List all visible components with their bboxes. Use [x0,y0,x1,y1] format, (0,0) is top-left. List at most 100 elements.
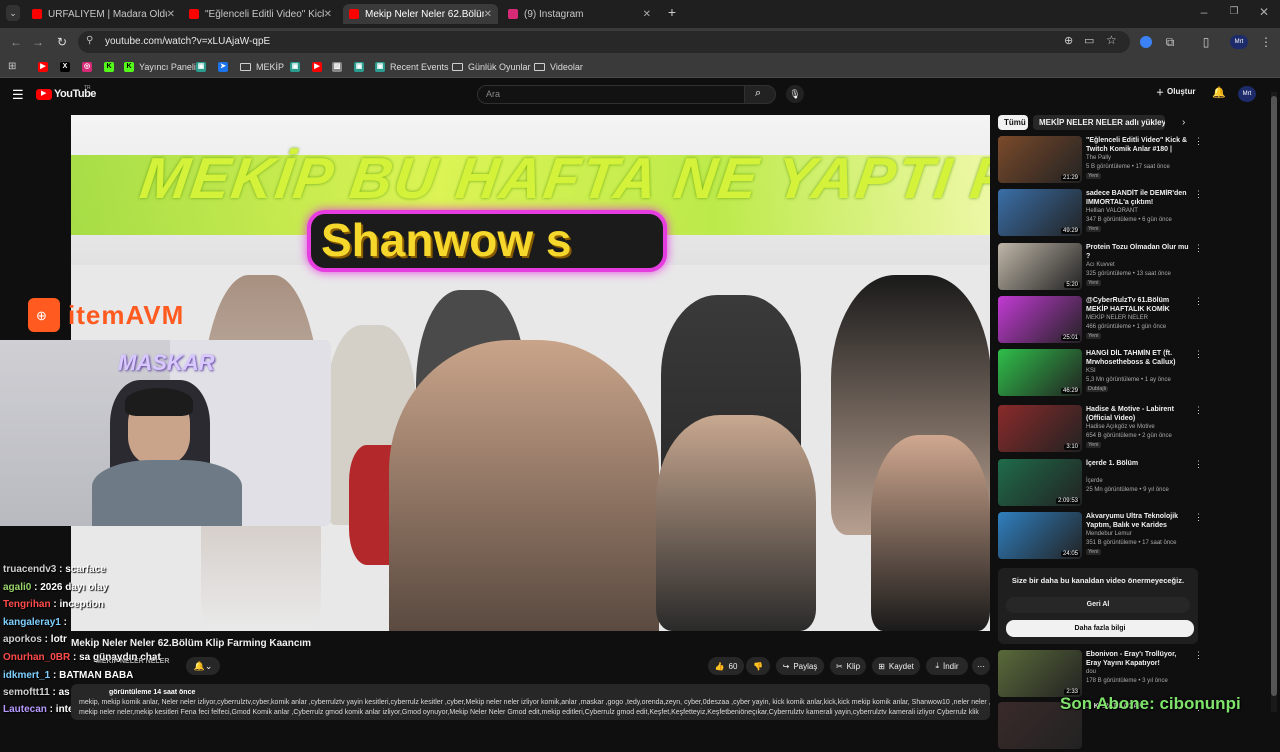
recommended-video[interactable]: 2:09:53 İçerde 1. Bölüm İçerde 25 Mn görünt… [998,459,1203,509]
video-description[interactable]: görüntüleme 14 saat önce mekip, mekip ko… [71,684,990,720]
close-tab-icon[interactable]: ✕ [167,9,175,20]
video-title[interactable]: Akvaryumu Ultra Teknolojik Yaptım, Balık… [1086,512,1190,530]
search-input[interactable]: Ara [477,85,745,104]
dislike-button[interactable]: 👎 [746,657,770,675]
channel-name[interactable]: Hellian VALORANT [1086,208,1138,214]
account-avatar[interactable]: Mrt [1238,86,1256,102]
video-thumbnail[interactable]: 5:20 [998,243,1082,290]
voice-search-icon[interactable]: 🎙 [786,85,804,103]
video-thumbnail[interactable]: 46:29 [998,349,1082,396]
channel-name[interactable]: Acı Kuvvet [1086,262,1115,268]
more-options-icon[interactable]: ⋮ [1194,349,1203,360]
chevron-right-icon[interactable]: › [1182,117,1185,128]
browser-tab[interactable]: Mekip Neler Neler 62.Bölüm Kl✕ [343,4,498,24]
page-scrollbar[interactable] [1271,92,1277,712]
chip-from-uploader[interactable]: MEKİP NELER NELER adlı yükleyiciden [1033,115,1165,130]
video-thumbnail[interactable]: 3:10 [998,405,1082,452]
scrollbar-thumb[interactable] [1271,96,1277,696]
more-actions-button[interactable]: ⋯ [972,657,990,675]
bookmark-item[interactable]: ▨ [332,60,347,74]
more-options-icon[interactable]: ⋮ [1194,189,1203,200]
save-button[interactable]: ⊞ Kaydet [872,657,920,675]
site-info-icon[interactable]: ⚲ [86,35,93,46]
channel-name[interactable]: İçerde [1086,478,1103,484]
bookmark-star-icon[interactable]: ☆ [1106,33,1117,47]
bookmark-item[interactable]: K Yayıncı Paneli [124,60,196,74]
video-thumbnail[interactable]: 2:33 [998,650,1082,697]
bookmark-item[interactable]: Günlük Oyunlar [452,60,531,74]
channel-name[interactable]: Hadise Açıkgöz ve Motive [1086,424,1155,430]
video-title[interactable]: Ebonivon - Eray'ı Trollüyor, Eray Yayını… [1086,650,1190,668]
like-button[interactable]: 👍 60 [708,657,744,675]
share-button[interactable]: ↪ Paylaş [776,657,824,675]
zoom-icon[interactable]: ⊕ [1064,34,1073,47]
recommended-video[interactable]: 21:29 "Eğlenceli Editli Video" Kick & Twi… [998,136,1203,186]
bookmark-item[interactable]: ▣ [354,60,369,74]
bookmark-item[interactable]: ▶ [38,60,53,74]
channel-name[interactable]: Mendebur Lemur [1086,531,1132,537]
undo-button[interactable]: Geri Al [1006,597,1190,613]
close-tab-icon[interactable]: ✕ [484,9,492,20]
more-options-icon[interactable]: ⋮ [1194,650,1203,661]
video-thumbnail[interactable]: 49:29 [998,189,1082,236]
bookmark-item[interactable]: ◎ [82,60,97,74]
youtube-logo-icon[interactable]: ▶ [36,89,52,100]
channel-name[interactable]: The Pally [1086,155,1111,161]
bookmark-item[interactable]: ▣ [290,60,305,74]
extension-icon[interactable] [1140,36,1152,48]
recommended-video[interactable]: 5:20 Protein Tozu Olmadan Olur mu ? Acı Ku… [998,243,1203,293]
recommended-video[interactable]: 24:05 Akvaryumu Ultra Teknolojik Yaptım, … [998,512,1203,562]
tab-search-button[interactable]: ⌄ [6,5,20,21]
channel-name[interactable]: MEKİP NELER NELER [96,658,169,665]
recommended-video[interactable]: 49:29 sadece BANDİT ile DEMİR'den IMMORTA… [998,189,1203,239]
address-bar[interactable]: ⚲ youtube.com/watch?v=xLUAjaW-qpE ⊕ ▭ ☆ [78,31,1130,53]
more-options-icon[interactable]: ⋮ [1194,243,1203,254]
video-title[interactable]: sadece BANDİT ile DEMİR'den IMMORTAL'a ç… [1086,189,1190,207]
search-button[interactable]: ⌕ [744,85,776,104]
profile-avatar[interactable]: Mrt [1230,35,1248,49]
channel-name[interactable]: KSI [1086,368,1096,374]
recommended-video[interactable]: 3:10 Hadise & Motive - Labirent (Official… [998,405,1203,455]
learn-more-button[interactable]: Daha fazla bilgi [1006,620,1194,637]
forward-icon[interactable]: → [30,34,46,50]
side-panel-icon[interactable]: ▯ [1198,34,1214,50]
bookmark-item[interactable]: ➤ [218,60,233,74]
more-options-icon[interactable]: ⋮ [1194,136,1203,147]
video-title[interactable]: HANGİ DİL TAHMİN ET (ft. Mrwhosetheboss … [1086,349,1190,367]
close-tab-icon[interactable]: ✕ [643,9,651,20]
bookmark-item[interactable]: MEKİP [240,60,284,74]
download-button[interactable]: ⤓ İndir [926,657,968,675]
video-thumbnail[interactable]: 25:01 [998,296,1082,343]
video-thumbnail[interactable]: 2:09:53 [998,459,1082,506]
video-title[interactable]: İçerde 1. Bölüm [1086,459,1190,468]
video-thumbnail[interactable]: 24:05 [998,512,1082,559]
chip-all[interactable]: Tümü [998,115,1028,130]
channel-name[interactable]: MEKİP NELER NELER [1086,315,1148,321]
browser-tab[interactable]: "Eğlenceli Editli Video" Kick & ✕ [183,4,338,24]
notification-setting-button[interactable]: 🔔⌄ [186,657,220,675]
channel-name[interactable]: dou [1086,669,1096,675]
video-title[interactable]: Protein Tozu Olmadan Olur mu ? [1086,243,1190,261]
extensions-puzzle-icon[interactable]: ⧉ [1162,34,1178,50]
hamburger-menu-icon[interactable]: ☰ [12,87,24,103]
apps-grid-icon[interactable]: ⊞ [8,61,16,72]
bookmark-item[interactable]: K [104,60,119,74]
bookmark-item[interactable]: ▶ [312,60,327,74]
more-options-icon[interactable]: ⋮ [1194,296,1203,307]
restore-icon[interactable]: ❐ [1226,4,1242,20]
minimize-icon[interactable]: – [1196,4,1212,20]
recommended-video[interactable]: 25:01 @CyberRulzTv 61.Bölüm MEKİP HAFTALI… [998,296,1203,346]
bookmark-item[interactable]: X [60,60,75,74]
video-title[interactable]: @CyberRulzTv 61.Bölüm MEKİP HAFTALIK KOM… [1086,296,1190,314]
notifications-bell-icon[interactable]: 🔔 [1212,86,1226,99]
new-tab-button[interactable]: + [664,4,680,20]
create-button[interactable]: ＋ Oluştur [1156,87,1195,98]
bookmark-item[interactable]: Videolar [534,60,583,74]
back-icon[interactable]: ← [8,34,24,50]
bookmark-item[interactable]: ▣ [196,60,211,74]
cast-icon[interactable]: ▭ [1084,34,1094,47]
more-options-icon[interactable]: ⋮ [1194,459,1203,470]
video-thumbnail[interactable]: 21:29 [998,136,1082,183]
close-tab-icon[interactable]: ✕ [324,9,332,20]
bookmark-item[interactable]: ▣ Recent Events [375,60,449,74]
